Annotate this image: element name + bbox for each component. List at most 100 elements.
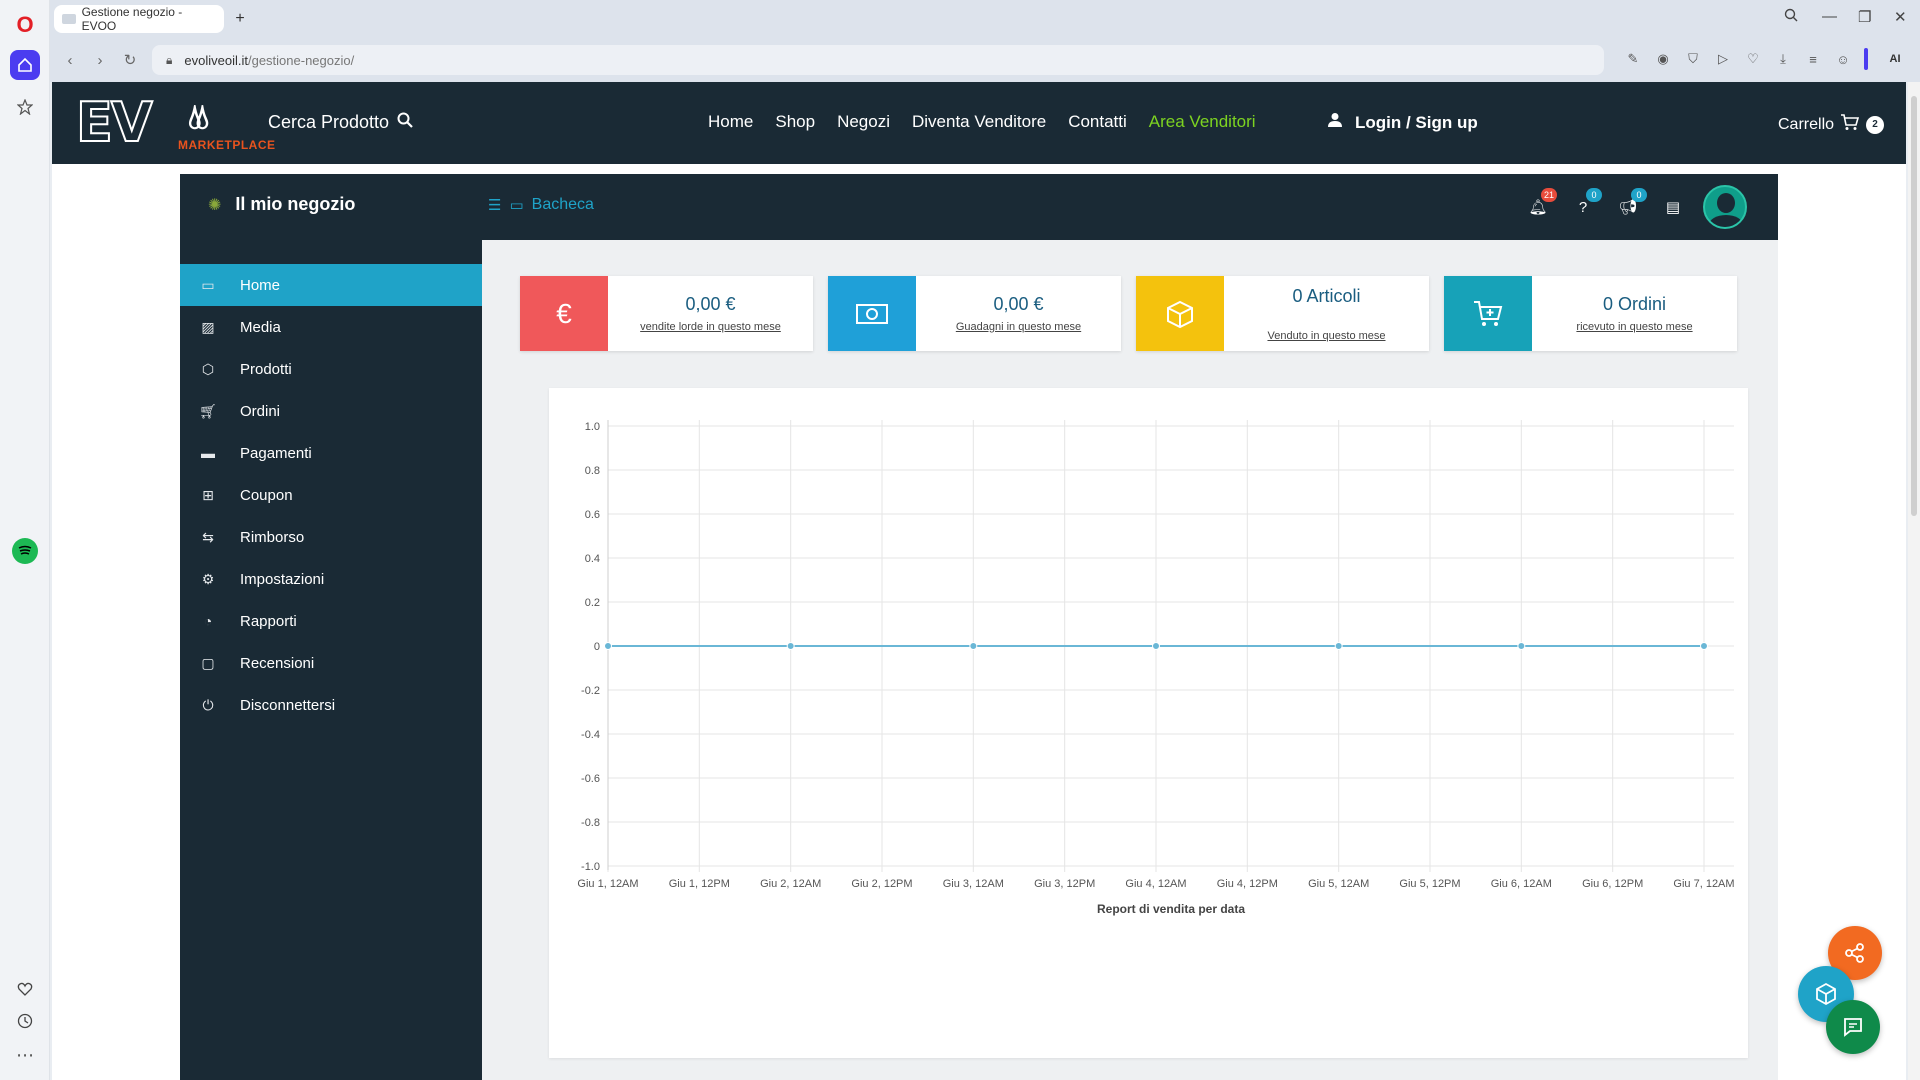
breadcrumb-label[interactable]: Bacheca bbox=[532, 196, 594, 214]
x-tick-label: Giu 5, 12PM bbox=[1399, 878, 1460, 890]
stat-value: 0,00 € bbox=[993, 294, 1044, 314]
ai-button[interactable]: AI bbox=[1880, 50, 1910, 68]
breadcrumb: ☰ ▭ Bacheca bbox=[488, 196, 594, 214]
restore-icon[interactable]: ❐ bbox=[1858, 8, 1871, 26]
sidebar-item-label: Home bbox=[240, 276, 281, 294]
dashboard-sidebar: ▭ Home ▨ Media ⬡ Prodotti 🛒︎ Ordini ▬ Pagamen… bbox=[180, 240, 482, 1080]
sidebar-item-pagamenti[interactable]: ▬ Pagamenti bbox=[180, 432, 482, 474]
cart-icon bbox=[1840, 113, 1860, 136]
monitor-icon: ▭ bbox=[509, 197, 524, 214]
forward-icon[interactable]: › bbox=[90, 50, 110, 70]
sidebar-item-label: Recensioni bbox=[240, 654, 315, 672]
stat-card-gross-sales[interactable]: € 0,00 € vendite lorde in questo mese bbox=[520, 276, 813, 351]
bell-icon[interactable]: 🔔︎ 21 bbox=[1527, 188, 1557, 218]
main-nav: Home Shop Negozi Diventa Venditore Conta… bbox=[708, 112, 1256, 132]
drops-icon: 💧︎💧︎ bbox=[187, 97, 210, 137]
more-icon[interactable]: ⋯ bbox=[10, 1040, 40, 1070]
login-label: Login / Sign up bbox=[1355, 112, 1478, 132]
shield-icon[interactable]: ⛉ bbox=[1684, 50, 1702, 68]
camera-icon[interactable]: ◉ bbox=[1654, 50, 1672, 68]
cart-count-badge: 2 bbox=[1866, 115, 1885, 134]
sidebar-item-rapporti[interactable]: ◔ Rapporti bbox=[180, 600, 482, 642]
nav-shop[interactable]: Shop bbox=[775, 112, 815, 132]
document-icon[interactable]: ▤ bbox=[1662, 196, 1684, 218]
stat-card-items-sold[interactable]: 0 Articoli Venduto in questo mese bbox=[1136, 276, 1429, 351]
sidebar-item-label: Coupon bbox=[240, 486, 293, 504]
star-icon[interactable] bbox=[10, 92, 40, 122]
sidebar-item-ordini[interactable]: 🛒︎ Ordini bbox=[180, 390, 482, 432]
sidebar-item-rimborso[interactable]: ⇆ Rimborso bbox=[180, 516, 482, 558]
close-icon[interactable]: ✕ bbox=[1894, 8, 1907, 26]
send-icon[interactable]: ▷ bbox=[1714, 50, 1732, 68]
gift-icon: ⊞ bbox=[202, 486, 214, 503]
nav-diventa-venditore[interactable]: Diventa Venditore bbox=[912, 112, 1046, 132]
stat-label[interactable]: Guadagni in questo mese bbox=[916, 321, 1121, 333]
x-tick-label: Giu 5, 12AM bbox=[1308, 878, 1369, 890]
favicon-icon bbox=[62, 14, 76, 24]
sidebar-item-coupon[interactable]: ⊞ Coupon bbox=[180, 474, 482, 516]
heart-icon[interactable] bbox=[10, 974, 40, 1004]
menu-icon[interactable]: ≡ bbox=[1804, 50, 1822, 68]
chat-button[interactable] bbox=[1826, 1000, 1880, 1054]
login-link[interactable]: Login / Sign up bbox=[1327, 112, 1478, 133]
store-title: ✺ Il mio negozio bbox=[208, 194, 355, 215]
web-page: EV 💧︎💧︎ MARKETPLACE Cerca Prodotto Home … bbox=[52, 82, 1906, 1080]
x-tick-label: Giu 6, 12AM bbox=[1491, 878, 1552, 890]
search-tabs-icon[interactable] bbox=[1784, 8, 1798, 26]
stat-label[interactable]: vendite lorde in questo mese bbox=[608, 321, 813, 333]
stat-label[interactable]: ricevuto in questo mese bbox=[1532, 321, 1737, 333]
sidebar-item-home[interactable]: ▭ Home bbox=[180, 264, 482, 306]
megaphone-icon[interactable]: 📢︎ 0 bbox=[1617, 188, 1647, 218]
page-scrollbar[interactable] bbox=[1908, 82, 1920, 1080]
spotify-icon[interactable] bbox=[10, 536, 40, 566]
x-tick-label: Giu 1, 12PM bbox=[669, 878, 730, 890]
site-logo[interactable]: EV 💧︎💧︎ MARKETPLACE bbox=[75, 93, 275, 154]
home-icon[interactable] bbox=[10, 50, 40, 80]
new-tab-button[interactable]: + bbox=[230, 9, 250, 29]
scrollbar-thumb[interactable] bbox=[1911, 96, 1917, 516]
search-product-link[interactable]: Cerca Prodotto bbox=[268, 112, 413, 133]
y-tick-label: 1.0 bbox=[585, 421, 600, 433]
sidebar-item-media[interactable]: ▨ Media bbox=[180, 306, 482, 348]
download-icon[interactable]: ⤓ bbox=[1774, 50, 1792, 68]
sidebar-item-impostazioni[interactable]: ⚙ Impostazioni bbox=[180, 558, 482, 600]
nav-home[interactable]: Home bbox=[708, 112, 753, 132]
data-point bbox=[969, 642, 978, 650]
opera-logo-icon[interactable]: O bbox=[10, 10, 40, 40]
home-icon: ▭ bbox=[201, 276, 215, 293]
avatar[interactable] bbox=[1703, 185, 1747, 229]
help-badge: 0 bbox=[1586, 188, 1602, 202]
gears-icon: ⚙ bbox=[201, 570, 215, 587]
url-bar[interactable]: 🔒︎ evoliveoil.it/gestione-negozio/ bbox=[152, 45, 1604, 75]
cart-link[interactable]: Carrello 2 bbox=[1778, 113, 1885, 136]
sidebar-item-disconnettersi[interactable]: ⏻ Disconnettersi bbox=[180, 684, 482, 726]
nav-negozi[interactable]: Negozi bbox=[837, 112, 890, 132]
minimize-icon[interactable]: — bbox=[1822, 8, 1837, 25]
search-label: Cerca Prodotto bbox=[268, 112, 390, 132]
browser-sidebar: O ⋯ bbox=[0, 0, 50, 1080]
refund-icon: ⇆ bbox=[202, 528, 214, 545]
y-tick-label: 0.6 bbox=[585, 509, 600, 521]
sidebar-item-recensioni[interactable]: ▢ Recensioni bbox=[180, 642, 482, 684]
reload-icon[interactable]: ↻ bbox=[120, 50, 140, 70]
history-icon[interactable] bbox=[10, 1006, 40, 1036]
stat-label[interactable]: Venduto in questo mese bbox=[1224, 330, 1429, 342]
vendor-dashboard: ✺ Il mio negozio ☰ ▭ Bacheca 🔔︎ 21 ? 0 📢︎ 0… bbox=[180, 174, 1778, 1080]
help-icon[interactable]: ? 0 bbox=[1572, 188, 1602, 218]
sidebar-indicator bbox=[1864, 48, 1868, 70]
profile-icon[interactable]: ☺ bbox=[1834, 50, 1852, 68]
y-tick-label: -0.8 bbox=[581, 817, 600, 829]
heart-icon[interactable]: ♡ bbox=[1744, 50, 1762, 68]
x-tick-label: Giu 4, 12PM bbox=[1217, 878, 1278, 890]
sidebar-item-label: Prodotti bbox=[240, 360, 292, 378]
stat-card-earnings[interactable]: 0,00 € Guadagni in questo mese bbox=[828, 276, 1121, 351]
nav-area-venditori[interactable]: Area Venditori bbox=[1149, 112, 1256, 132]
browser-tab[interactable]: Gestione negozio - EVOO bbox=[54, 5, 224, 33]
edit-icon[interactable]: ✎ bbox=[1624, 50, 1642, 68]
back-icon[interactable]: ‹ bbox=[60, 50, 80, 70]
nav-contatti[interactable]: Contatti bbox=[1068, 112, 1127, 132]
menu-toggle-icon[interactable]: ☰ bbox=[488, 196, 501, 214]
sidebar-item-prodotti[interactable]: ⬡ Prodotti bbox=[180, 348, 482, 390]
x-tick-label: Giu 2, 12PM bbox=[851, 878, 912, 890]
stat-card-orders[interactable]: 0 Ordini ricevuto in questo mese bbox=[1444, 276, 1737, 351]
